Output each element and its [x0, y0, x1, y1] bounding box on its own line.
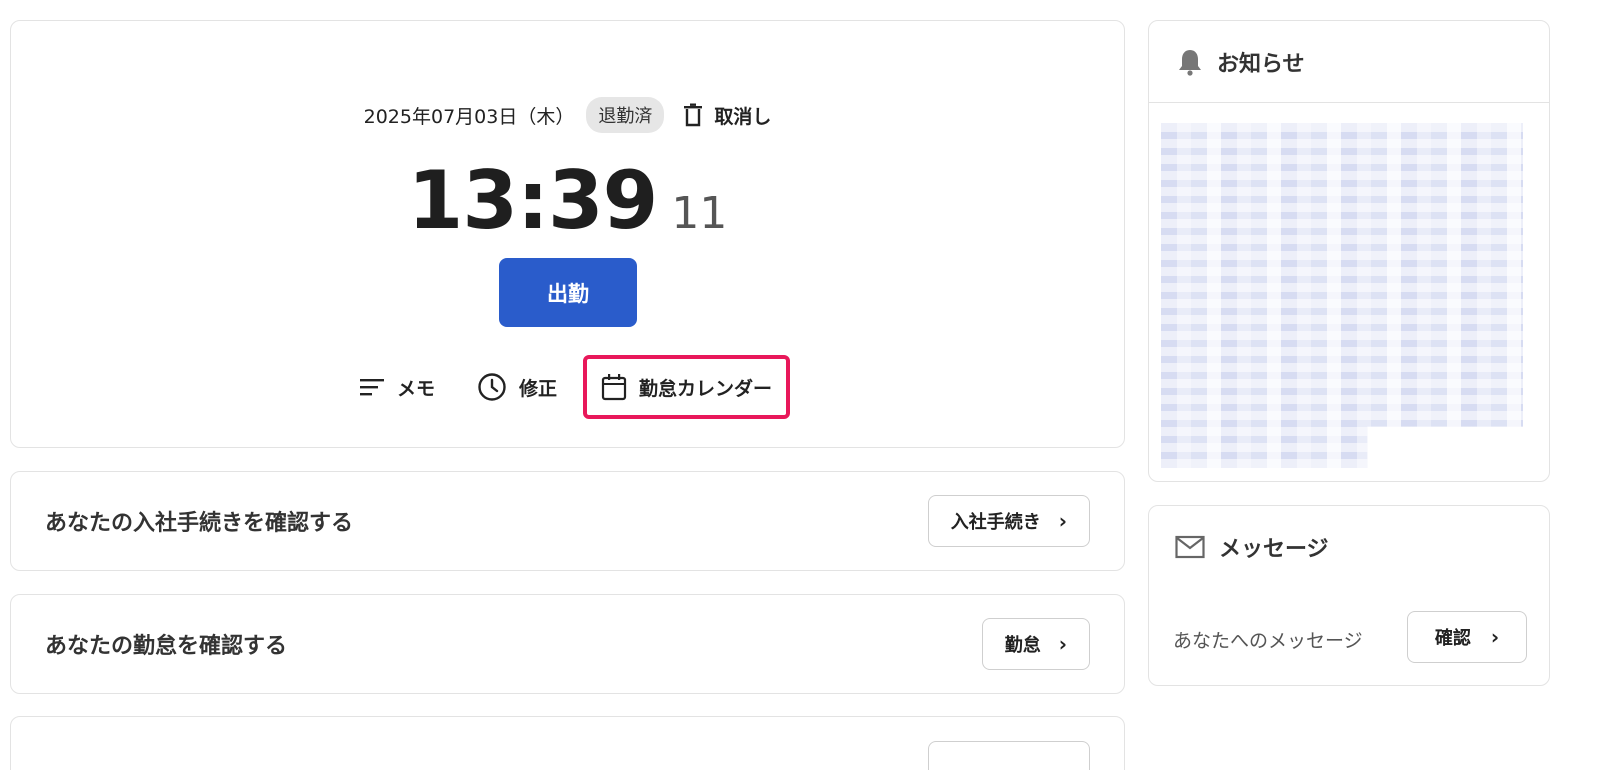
chevron-right-icon: ›: [1058, 632, 1067, 656]
message-confirm-label: 確認: [1434, 628, 1471, 649]
trash-icon: [682, 103, 704, 127]
envelope-icon: [1175, 535, 1205, 559]
notice-title: お知らせ: [1217, 51, 1305, 77]
correction-label: 修正: [518, 377, 557, 400]
attendance-calendar-button[interactable]: 勤怠カレンダー: [583, 355, 791, 419]
attendance-calendar-label: 勤怠カレンダー: [639, 377, 773, 400]
notice-header: お知らせ: [1149, 21, 1549, 103]
time-hours-minutes: 13:39: [407, 154, 659, 247]
onboarding-button-label: 入社手続き: [950, 512, 1041, 533]
chevron-right-icon: ›: [1490, 625, 1500, 649]
partial-card-button[interactable]: [928, 741, 1090, 770]
action-row: メモ 修正 勤怠カレンダー: [11, 355, 1124, 419]
notice-card: お知らせ: [1148, 20, 1550, 482]
correction-button[interactable]: 修正: [463, 355, 571, 419]
partial-card: [10, 716, 1125, 770]
cancel-button[interactable]: 取消し: [682, 102, 771, 129]
blurred-notice-content: [1161, 123, 1523, 468]
cancel-label: 取消し: [714, 105, 772, 128]
onboarding-button[interactable]: 入社手続き ›: [927, 495, 1090, 547]
message-confirm-button[interactable]: 確認 ›: [1407, 611, 1527, 663]
memo-button[interactable]: メモ: [345, 355, 449, 419]
message-header: メッセージ: [1149, 506, 1549, 588]
chevron-right-icon: ›: [1058, 509, 1067, 533]
attendance-card: あなたの勤怠を確認する 勤怠 ›: [10, 594, 1125, 694]
bell-icon: [1177, 48, 1203, 76]
time-seconds: 11: [671, 188, 728, 239]
message-text: あなたへのメッセージ: [1173, 630, 1363, 652]
onboarding-title: あなたの入社手続きを確認する: [45, 511, 354, 536]
message-title: メッセージ: [1219, 537, 1329, 562]
attendance-button[interactable]: 勤怠 ›: [981, 618, 1090, 670]
clock-icon: [477, 372, 507, 402]
date-text: 2025年07月03日（木）: [363, 105, 575, 128]
clock-in-button[interactable]: 出勤: [499, 258, 637, 327]
attendance-button-label: 勤怠: [1004, 635, 1041, 656]
memo-label: メモ: [396, 377, 435, 400]
lines-icon: [359, 376, 385, 398]
message-card: メッセージ あなたへのメッセージ 確認 ›: [1148, 505, 1550, 686]
attendance-title: あなたの勤怠を確認する: [45, 634, 288, 659]
current-time: 13:39 11: [11, 161, 1124, 241]
status-badge: 退勤済: [586, 97, 665, 133]
onboarding-card: あなたの入社手続きを確認する 入社手続き ›: [10, 471, 1125, 571]
clock-card: 2025年07月03日（木） 退勤済 取消し 13:39 11 出勤 メモ 修正…: [10, 20, 1125, 448]
date-row: 2025年07月03日（木） 退勤済 取消し: [11, 97, 1124, 133]
calendar-icon: [601, 373, 627, 401]
